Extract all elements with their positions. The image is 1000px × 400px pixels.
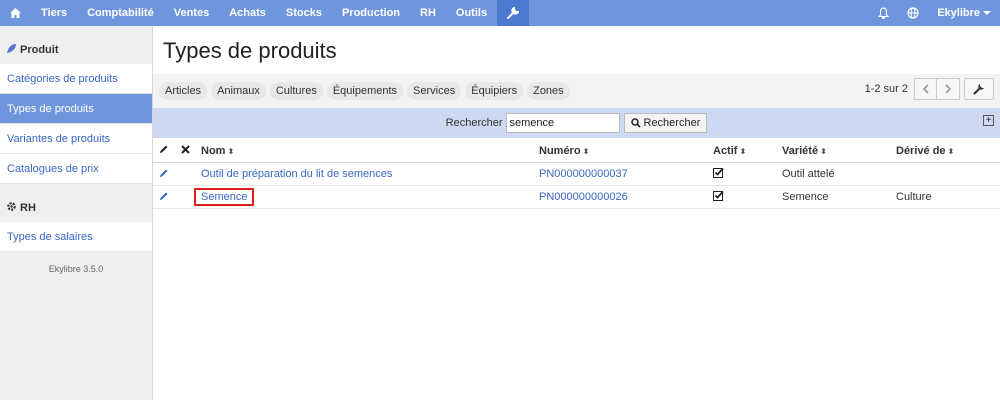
- sort-icon: ⬍: [820, 146, 827, 156]
- row-number-link[interactable]: PN000000000037: [539, 168, 628, 180]
- sidebar-item-types-produits[interactable]: Types de produits: [0, 94, 152, 124]
- tab-animaux[interactable]: Animaux: [211, 82, 266, 100]
- search-button-label: Rechercher: [643, 117, 701, 129]
- search-label: Rechercher: [445, 117, 503, 129]
- sort-icon: ⬍: [582, 146, 590, 156]
- sidebar-section-produit: Produit: [0, 36, 152, 64]
- sort-icon: ⬍: [947, 146, 955, 156]
- search-icon: [630, 118, 641, 128]
- globe-icon: [907, 7, 919, 19]
- nav-rh[interactable]: RH: [410, 0, 446, 26]
- edit-pencil-icon[interactable]: [159, 168, 169, 181]
- tab-zones[interactable]: Zones: [527, 82, 570, 100]
- nav-tiers[interactable]: Tiers: [31, 0, 77, 26]
- sort-icon: ⬍: [227, 146, 235, 156]
- cross-icon: [181, 144, 190, 157]
- tab-articles[interactable]: Articles: [159, 82, 208, 100]
- wrench-icon: [973, 84, 984, 95]
- search-button[interactable]: Rechercher: [623, 113, 708, 133]
- column-header-label: Actif: [713, 144, 738, 157]
- pencil-icon: [159, 144, 169, 157]
- table-row: Outil de préparation du lit de semences …: [153, 163, 1000, 186]
- row-number-link[interactable]: PN000000000026: [539, 191, 628, 203]
- column-header-label: Numéro: [539, 144, 581, 157]
- nav-production[interactable]: Production: [332, 0, 410, 26]
- sort-icon: ⬍: [739, 146, 747, 156]
- list-settings-button[interactable]: [964, 78, 994, 100]
- column-header-actif[interactable]: Actif ⬍: [713, 145, 746, 157]
- wrench-icon: [507, 7, 520, 19]
- version-label: Ekylibre 3.5.0: [48, 264, 104, 274]
- main-content: Types de produits Articles Animaux Cultu…: [153, 26, 1000, 400]
- sidebar: Produit Catégories de produits Types de …: [0, 26, 153, 400]
- sidebar-section-title: RH: [20, 202, 36, 214]
- column-header-numero[interactable]: Numéro ⬍: [539, 145, 589, 157]
- edit-pencil-icon[interactable]: [159, 191, 169, 204]
- pagination-label: 1-2 sur 2: [864, 83, 908, 95]
- column-header-label: Variété: [782, 144, 819, 157]
- plus-square-icon[interactable]: +: [983, 115, 994, 126]
- sidebar-section-rh: RH: [0, 194, 152, 222]
- tab-equipements[interactable]: Équipements: [326, 82, 404, 100]
- row-name-link[interactable]: Outil de préparation du lit de semences: [201, 168, 392, 180]
- home-button[interactable]: [0, 0, 31, 26]
- table-row: Semence PN000000000026 Semence Culture: [153, 186, 1000, 209]
- row-name-link-highlighted[interactable]: Semence: [194, 188, 255, 206]
- home-icon: [10, 8, 21, 18]
- leaf-icon: [6, 43, 17, 57]
- nav-stocks[interactable]: Stocks: [276, 0, 332, 26]
- pagination: 1-2 sur 2: [865, 78, 960, 100]
- table-header: Nom ⬍ Numéro ⬍ Actif ⬍ Variété ⬍ Dérivé de ⬍: [153, 139, 1000, 163]
- tab-services[interactable]: Services: [407, 82, 462, 100]
- column-header-variete[interactable]: Variété ⬍: [782, 145, 827, 157]
- chevron-right-icon: [944, 84, 951, 94]
- gear-icon: [6, 201, 17, 215]
- checkbox-checked-icon: [713, 190, 724, 204]
- sidebar-item-variantes[interactable]: Variantes de produits: [0, 124, 152, 154]
- sidebar-section-title: Produit: [20, 44, 59, 56]
- column-header-nom[interactable]: Nom ⬍: [201, 145, 234, 157]
- user-name: Ekylibre: [937, 7, 980, 19]
- sidebar-item-catalogues[interactable]: Catalogues de prix: [0, 154, 152, 184]
- bell-icon: [878, 7, 890, 19]
- chevron-left-icon: [922, 84, 929, 94]
- products-table: Nom ⬍ Numéro ⬍ Actif ⬍ Variété ⬍ Dérivé de ⬍ …: [153, 139, 1000, 209]
- tab-cultures[interactable]: Cultures: [269, 82, 323, 100]
- checkbox-checked-icon: [713, 167, 724, 181]
- row-variety: Semence: [782, 191, 829, 203]
- nav-outils[interactable]: Outils: [446, 0, 497, 26]
- sidebar-item-categories[interactable]: Catégories de produits: [0, 64, 152, 94]
- user-menu[interactable]: Ekylibre: [928, 0, 1000, 26]
- row-derived: Culture: [896, 191, 932, 203]
- top-navbar: Tiers Comptabilité Ventes Achats Stocks …: [0, 0, 1000, 26]
- nav-ventes[interactable]: Ventes: [164, 0, 219, 26]
- chevron-down-icon: [983, 11, 991, 15]
- column-header-label: Nom: [201, 144, 226, 157]
- row-variety: Outil attelé: [782, 168, 835, 180]
- next-page-button[interactable]: [937, 78, 960, 100]
- nav-achats[interactable]: Achats: [219, 0, 276, 26]
- search-input[interactable]: [505, 113, 620, 133]
- nav-settings-active[interactable]: [497, 0, 530, 26]
- nav-comptabilite[interactable]: Comptabilité: [77, 0, 164, 26]
- notifications-button[interactable]: [869, 0, 898, 26]
- tab-equipiers[interactable]: Équipiers: [465, 82, 524, 100]
- column-header-derive[interactable]: Dérivé de ⬍: [896, 145, 954, 157]
- previous-page-button[interactable]: [914, 78, 937, 100]
- search-bar: Rechercher Rechercher +: [153, 108, 1000, 138]
- column-header-label: Dérivé de: [896, 144, 946, 157]
- language-button[interactable]: [898, 0, 928, 26]
- sidebar-item-types-salaires[interactable]: Types de salaires: [0, 222, 152, 252]
- page-title: Types de produits: [163, 38, 337, 63]
